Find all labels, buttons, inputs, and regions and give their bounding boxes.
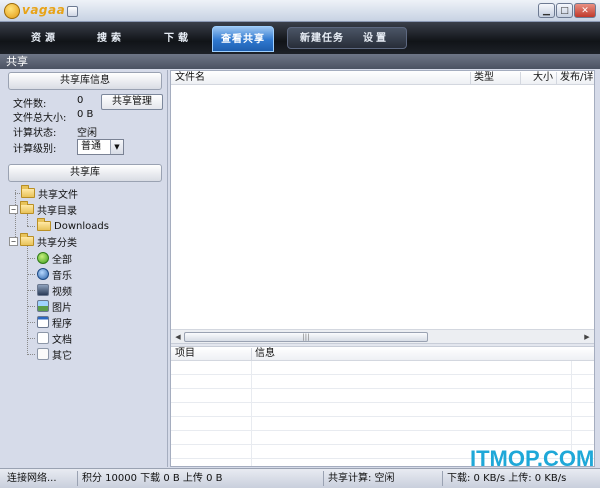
tree-item-shared-files[interactable]: 共享文件 xyxy=(21,185,78,201)
program-icon xyxy=(37,316,49,328)
chevron-down-icon[interactable]: ▼ xyxy=(110,140,123,154)
scroll-left-icon[interactable]: ◀ xyxy=(172,331,184,343)
close-button[interactable]: ✕ xyxy=(574,3,596,18)
tab-resources[interactable]: 资源 xyxy=(22,29,68,49)
tab-view-shared[interactable]: 查看共享 xyxy=(212,26,274,52)
detail-list-header: 项目 信息 xyxy=(171,347,594,361)
app-brand: vagaa xyxy=(22,3,66,17)
column-filename[interactable]: 文件名 xyxy=(171,71,471,85)
tab-download[interactable]: 下载 xyxy=(155,29,201,49)
main-nav: 资源 搜索 下载 查看共享 新建任务 设置 xyxy=(0,22,600,54)
vagaa-logo-icon xyxy=(4,3,20,19)
column-info[interactable]: 信息 xyxy=(251,347,571,361)
file-list-header: 文件名 类型 大小 发布/详 xyxy=(171,71,594,85)
calc-status-label: 计算状态: xyxy=(13,128,57,139)
minimize-button[interactable]: ▁ xyxy=(538,3,555,18)
tree-item-category-all[interactable]: 全部 xyxy=(37,251,72,266)
column-item[interactable]: 项目 xyxy=(171,347,251,361)
section-title: 共享 xyxy=(0,54,600,69)
status-share-calc: 共享计算: 空闲 xyxy=(325,471,443,486)
status-network: 连接网络... xyxy=(4,471,78,486)
column-size[interactable]: 大小 xyxy=(520,71,556,85)
tree-item-category-image[interactable]: 图片 xyxy=(37,299,72,314)
tree-item-category-document[interactable]: 文档 xyxy=(37,331,72,346)
folder-icon xyxy=(20,201,34,214)
left-panel: 共享库信息 文件数: 0 共享管理 文件总大小: 0 B 计算状态: 空闲 计算… xyxy=(5,70,168,467)
tree-item-category-program[interactable]: 程序 xyxy=(37,315,72,330)
status-speed: 下载: 0 KB/s 上传: 0 KB/s xyxy=(447,473,567,484)
status-bar: 连接网络... 积分 10000 下载 0 B 上传 0 B 共享计算: 空闲 … xyxy=(0,468,600,488)
calc-level-label: 计算级别: xyxy=(13,144,57,155)
file-count-label: 文件数: xyxy=(13,99,47,110)
scroll-right-icon[interactable]: ▶ xyxy=(581,331,593,343)
tab-new-task[interactable]: 新建任务 xyxy=(294,29,350,49)
all-files-icon xyxy=(37,252,49,264)
status-points: 积分 10000 下载 0 B 上传 0 B xyxy=(79,471,324,486)
image-icon xyxy=(37,300,49,312)
scroll-thumb[interactable]: ||| xyxy=(184,332,428,342)
tree-item-downloads[interactable]: Downloads xyxy=(37,218,109,233)
total-size-label: 文件总大小: xyxy=(13,113,67,124)
tree-item-shared-dirs[interactable]: − 共享目录 xyxy=(9,201,77,217)
calc-level-value: 普通 xyxy=(81,141,101,152)
horizontal-scrollbar[interactable]: ◀ ||| ▶ xyxy=(171,329,594,343)
share-management-button[interactable]: 共享管理 xyxy=(101,94,163,110)
video-icon xyxy=(37,284,49,296)
tree-item-shared-categories[interactable]: − 共享分类 xyxy=(9,233,77,249)
folder-icon xyxy=(20,233,34,246)
column-type[interactable]: 类型 xyxy=(470,71,520,85)
other-file-icon xyxy=(37,348,49,360)
document-icon xyxy=(37,332,49,344)
folder-icon xyxy=(37,218,51,231)
library-header[interactable]: 共享库 xyxy=(8,164,162,182)
system-menu-icon[interactable] xyxy=(67,6,78,17)
file-count-value: 0 xyxy=(77,95,84,106)
tree-item-category-video[interactable]: 视频 xyxy=(37,283,72,298)
column-publish[interactable]: 发布/详 xyxy=(556,71,594,85)
tree-item-category-music[interactable]: 音乐 xyxy=(37,267,72,282)
calc-level-select[interactable]: 普通 ▼ xyxy=(77,139,124,155)
maximize-button[interactable]: □ xyxy=(556,3,573,18)
tab-search[interactable]: 搜索 xyxy=(88,29,134,49)
tree-item-category-other[interactable]: 其它 xyxy=(37,347,72,362)
library-info-header[interactable]: 共享库信息 xyxy=(8,72,162,90)
folder-icon xyxy=(21,185,35,198)
music-icon xyxy=(37,268,49,280)
file-list-panel: 文件名 类型 大小 发布/详 ◀ ||| ▶ 项目 信息 xyxy=(170,70,595,467)
calc-status-value: 空闲 xyxy=(77,128,97,139)
total-size-value: 0 B xyxy=(77,109,94,120)
collapse-icon[interactable]: − xyxy=(9,204,18,214)
tab-settings[interactable]: 设置 xyxy=(358,29,394,49)
collapse-icon[interactable]: − xyxy=(9,236,18,246)
title-bar: vagaa ▁ □ ✕ xyxy=(0,0,600,22)
